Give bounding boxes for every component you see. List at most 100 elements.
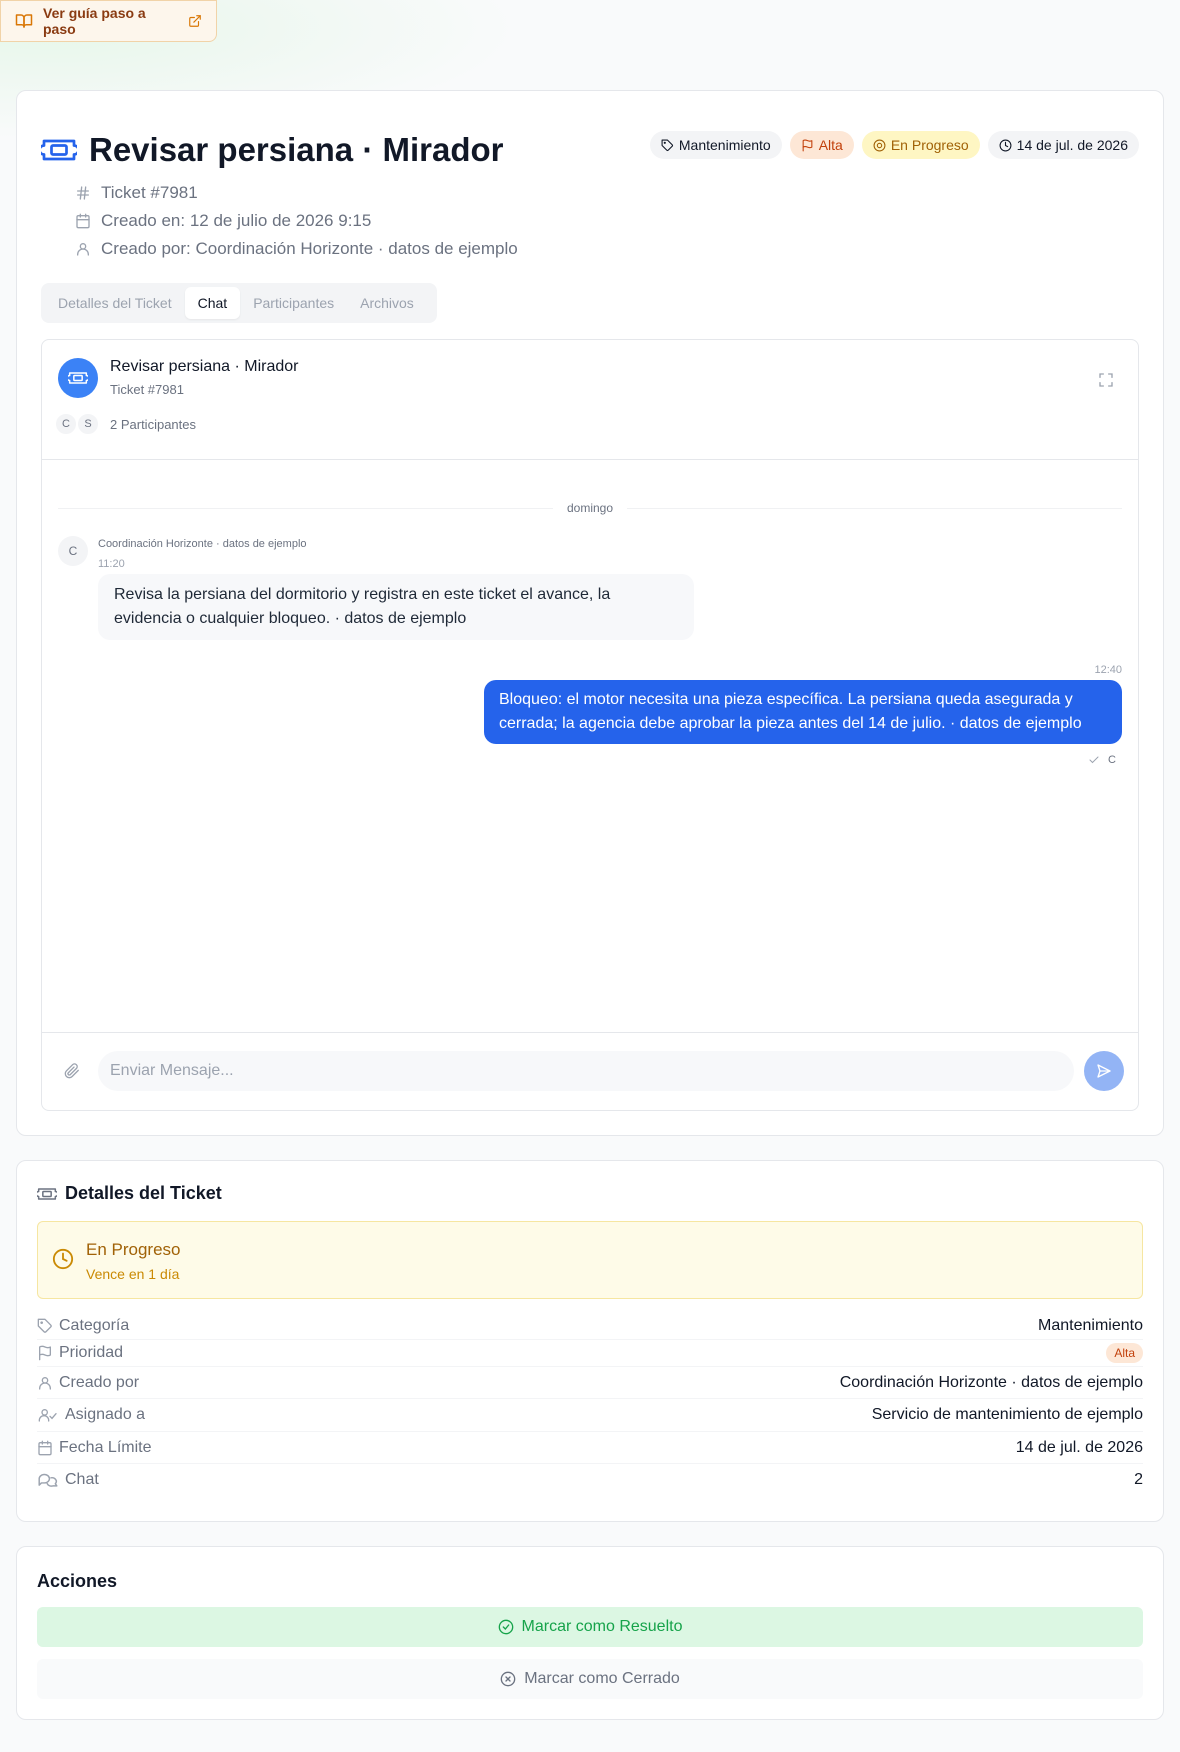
- priority-pill: Alta: [1106, 1343, 1143, 1363]
- created-by-row: Creado por: Coordinación Horizonte · dat…: [75, 235, 518, 263]
- paperclip-icon[interactable]: [64, 1063, 80, 1084]
- external-link-icon: [189, 15, 201, 27]
- chat-participants[interactable]: C S 2 Participantes: [54, 412, 196, 436]
- clock-icon: [999, 139, 1012, 151]
- tab-files[interactable]: Archivos: [347, 287, 427, 319]
- ticket-number: Ticket #7981: [101, 183, 198, 202]
- tab-chat[interactable]: Chat: [184, 287, 241, 319]
- message-author: Coordinación Horizonte · datos de ejempl…: [98, 538, 307, 550]
- detail-row-priority: Prioridad Alta: [37, 1340, 1143, 1367]
- ticket-icon: [68, 372, 88, 384]
- ticket-icon: [41, 139, 77, 161]
- detail-value-created-by: Coordinación Horizonte · datos de ejempl…: [839, 1373, 1143, 1391]
- tag-icon: [37, 1318, 52, 1333]
- ticket-badges: Mantenimiento Alta En Progreso 14 de jul…: [649, 131, 1139, 159]
- mark-closed-button[interactable]: Marcar como Cerrado: [37, 1659, 1143, 1699]
- check-icon: [1089, 756, 1099, 764]
- created-by: Creado por: Coordinación Horizonte · dat…: [101, 239, 518, 258]
- detail-label-category: Categoría: [37, 1317, 129, 1335]
- status-summary: En Progreso Vence en 1 día: [37, 1221, 1143, 1299]
- user-icon: [39, 1376, 51, 1390]
- participant-avatar: C: [54, 412, 78, 436]
- created-at-row: Creado en: 12 de julio de 2026 9:15: [75, 207, 518, 235]
- detail-row-assigned-to: Asignado a Servicio de mantenimiento de …: [37, 1399, 1143, 1432]
- priority-badge: Alta: [789, 131, 854, 159]
- step-guide-label: Ver guía paso a paso: [43, 5, 146, 37]
- actions-title: Acciones: [37, 1571, 118, 1591]
- detail-value-due-date: 14 de jul. de 2026: [1015, 1438, 1143, 1456]
- calendar-icon: [76, 213, 90, 229]
- message-input[interactable]: [98, 1051, 1074, 1091]
- status-due: Vence en 1 día: [86, 1266, 180, 1282]
- tab-participants[interactable]: Participantes: [240, 287, 347, 319]
- priority-badge-label: Alta: [818, 137, 843, 153]
- detail-row-category: Categoría Mantenimiento: [37, 1313, 1143, 1340]
- status-badge-label: En Progreso: [890, 137, 969, 153]
- expand-icon[interactable]: [1098, 372, 1114, 393]
- user-check-icon: [38, 1409, 57, 1422]
- ticket-number-row: Ticket #7981: [75, 179, 518, 207]
- category-badge-label: Mantenimiento: [678, 137, 771, 153]
- detail-label-text: Chat: [65, 1471, 99, 1488]
- detail-label-text: Asignado a: [65, 1406, 146, 1423]
- status-name: En Progreso: [86, 1240, 181, 1259]
- mark-closed-label: Marcar como Cerrado: [524, 1670, 680, 1687]
- detail-value-chat: 2: [1134, 1471, 1143, 1488]
- detail-label-text: Fecha Límite: [59, 1438, 152, 1456]
- participant-count: 2 Participantes: [110, 416, 196, 432]
- detail-label-chat: Chat: [37, 1471, 99, 1489]
- participant-avatar: S: [76, 412, 100, 436]
- detail-label-due-date: Fecha Límite: [37, 1439, 151, 1457]
- hash-icon: [77, 186, 89, 200]
- chat-subtitle: Ticket #7981: [110, 382, 184, 397]
- ticket-icon: [37, 1187, 57, 1200]
- clock-icon: [52, 1248, 74, 1270]
- details-title: Detalles del Ticket: [65, 1183, 222, 1203]
- chat-title: Revisar persiana · Mirador: [110, 358, 299, 375]
- ticket-tabs: Detalles del Ticket Chat Participantes A…: [41, 283, 437, 323]
- created-at: Creado en: 12 de julio de 2026 9:15: [101, 211, 372, 230]
- chat-avatar: [58, 358, 98, 398]
- outgoing-message: Bloqueo: el motor necesita una pieza esp…: [484, 680, 1122, 744]
- ticket-title-row: Revisar persiana · Mirador: [41, 131, 504, 169]
- progress-circle-icon: [873, 139, 886, 151]
- read-receipt: C: [1088, 754, 1116, 766]
- step-guide-button[interactable]: Ver guía paso a paso: [0, 0, 217, 42]
- detail-label-assigned-to: Asignado a: [37, 1406, 145, 1424]
- status-badge: En Progreso: [861, 131, 980, 159]
- send-button[interactable]: [1084, 1051, 1124, 1091]
- user-icon: [77, 243, 89, 256]
- actions-heading: Acciones: [37, 1571, 117, 1592]
- detail-value-assigned-to: Servicio de mantenimiento de ejemplo: [871, 1406, 1143, 1423]
- day-label: domingo: [566, 501, 614, 515]
- chat-icon: [38, 1473, 58, 1487]
- detail-value-category: Mantenimiento: [1038, 1317, 1143, 1334]
- flag-icon: [39, 1345, 51, 1361]
- message-author-avatar: C: [58, 536, 88, 566]
- calendar-icon: [38, 1440, 52, 1455]
- message-time: 11:20: [98, 558, 125, 570]
- category-badge: Mantenimiento: [649, 131, 782, 159]
- tab-details[interactable]: Detalles del Ticket: [45, 287, 185, 319]
- detail-label-text: Creado por: [59, 1373, 140, 1391]
- ticket-meta: Ticket #7981 Creado en: 12 de julio de 2…: [75, 179, 518, 263]
- book-icon: [15, 14, 33, 28]
- chat-panel: Revisar persiana · Mirador Ticket #7981 …: [41, 339, 1139, 1111]
- mark-resolved-button[interactable]: Marcar como Resuelto: [37, 1607, 1143, 1647]
- detail-row-created-by: Creado por Coordinación Horizonte · dato…: [37, 1367, 1143, 1399]
- detail-row-due-date: Fecha Límite 14 de jul. de 2026: [37, 1432, 1143, 1464]
- due-date-badge: 14 de jul. de 2026: [987, 131, 1139, 159]
- tag-icon: [661, 139, 673, 151]
- day-divider: domingo: [58, 500, 1122, 516]
- incoming-message: Revisa la persiana del dormitorio y regi…: [98, 574, 694, 640]
- read-receipt-initial: C: [1108, 754, 1116, 766]
- chat-header: Revisar persiana · Mirador Ticket #7981 …: [42, 340, 1138, 460]
- check-circle-icon: [498, 1619, 513, 1635]
- message-time: 12:40: [1094, 664, 1122, 676]
- detail-label-created-by: Creado por: [37, 1374, 139, 1392]
- detail-label-priority: Prioridad: [37, 1344, 123, 1362]
- send-icon: [1097, 1064, 1111, 1078]
- actions-card: Acciones Marcar como Resuelto Marcar com…: [16, 1546, 1164, 1720]
- detail-row-chat: Chat 2: [37, 1464, 1143, 1496]
- message-composer: [42, 1032, 1138, 1110]
